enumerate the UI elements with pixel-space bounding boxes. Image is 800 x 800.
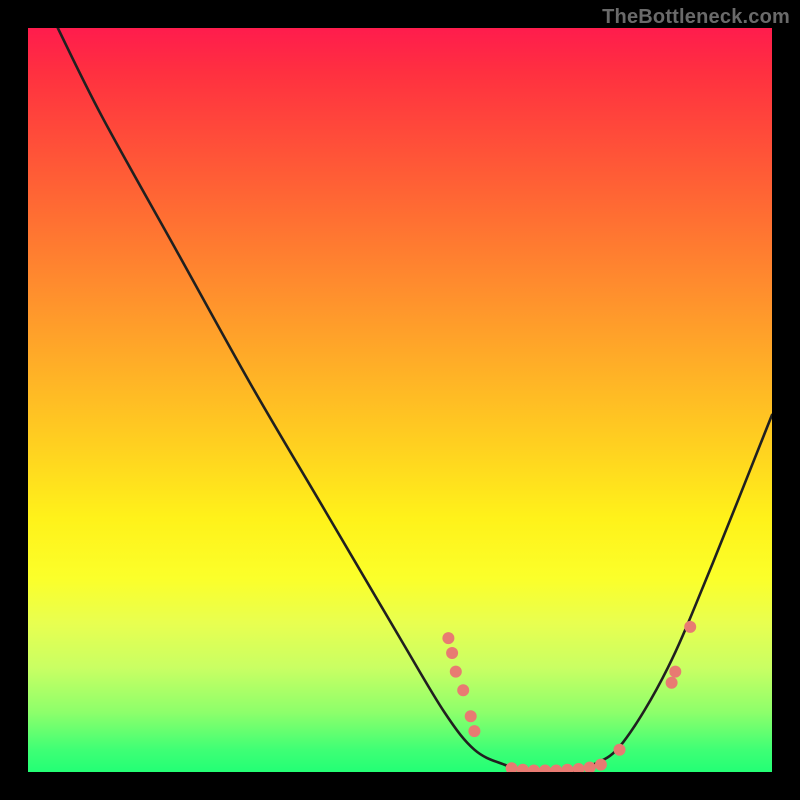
data-marker [457,684,469,696]
data-marker [506,762,518,772]
data-marker [614,744,626,756]
data-marker [595,759,607,771]
data-marker [468,725,480,737]
data-marker [550,765,562,773]
data-marker [465,710,477,722]
data-marker [666,677,678,689]
chart-frame: TheBottleneck.com [0,0,800,800]
data-marker [561,764,573,772]
watermark-text: TheBottleneck.com [602,6,790,29]
data-marker [517,764,529,772]
data-marker [446,647,458,659]
data-marker [539,765,551,773]
data-marker [450,666,462,678]
data-marker [442,632,454,644]
chart-plot-area [28,28,772,772]
data-marker [573,763,585,772]
data-marker [528,765,540,773]
data-marker [669,666,681,678]
bottleneck-curve [58,28,772,772]
chart-svg [28,28,772,772]
data-marker [684,621,696,633]
